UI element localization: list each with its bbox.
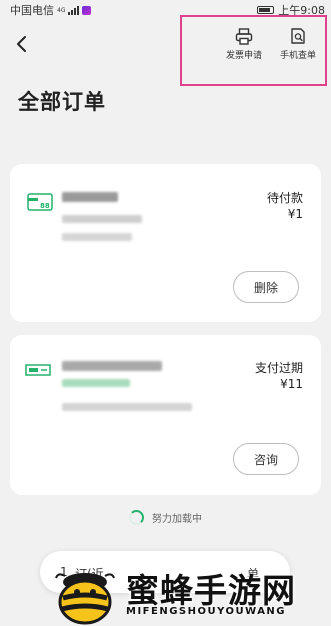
- svg-text:88: 88: [40, 202, 50, 210]
- chevron-left-icon: [17, 36, 26, 52]
- order-price: ¥1: [287, 207, 303, 221]
- signal-icon: [68, 5, 80, 15]
- order-detail-redacted: [62, 233, 132, 241]
- watermark-logo: 蜜蜂手游网 MIFENGSHOUYOUWANG: [0, 560, 331, 626]
- bee-logo-icon: [55, 573, 115, 625]
- status-left: 中国电信 4G: [10, 2, 92, 18]
- order-card[interactable]: 88 待付款 ¥1 删除: [10, 164, 321, 322]
- battery-icon: [257, 6, 275, 14]
- loading-text: 努力加载中: [152, 514, 202, 525]
- highlight-annotation-box: [180, 15, 327, 86]
- network-badge: 4G: [57, 6, 66, 14]
- delete-button[interactable]: 删除: [233, 271, 299, 303]
- watermark-title: 蜜蜂手游网: [126, 571, 296, 610]
- ticket-icon: [25, 364, 51, 376]
- card-icon: 88: [27, 193, 53, 211]
- order-detail-redacted: [62, 403, 192, 411]
- app-notification-icon: [82, 5, 92, 15]
- order-card[interactable]: 支付过期 ¥11 咨询: [10, 335, 321, 495]
- watermark-subtitle: MIFENGSHOUYOUWANG: [126, 606, 287, 617]
- order-status: 待付款: [266, 191, 303, 205]
- spinner-icon: [129, 510, 144, 525]
- back-button[interactable]: [12, 34, 32, 54]
- carrier-label: 中国电信: [10, 4, 54, 17]
- order-title-redacted: [62, 361, 162, 371]
- order-price: ¥11: [280, 377, 303, 391]
- page-title: 全部订单: [18, 90, 106, 114]
- order-tag-redacted: [62, 379, 130, 387]
- order-detail-redacted: [62, 215, 142, 223]
- consult-button[interactable]: 咨询: [233, 443, 299, 475]
- loading-indicator: 努力加载中: [0, 510, 331, 525]
- order-title-redacted: [62, 192, 118, 202]
- order-status: 支付过期: [254, 361, 303, 375]
